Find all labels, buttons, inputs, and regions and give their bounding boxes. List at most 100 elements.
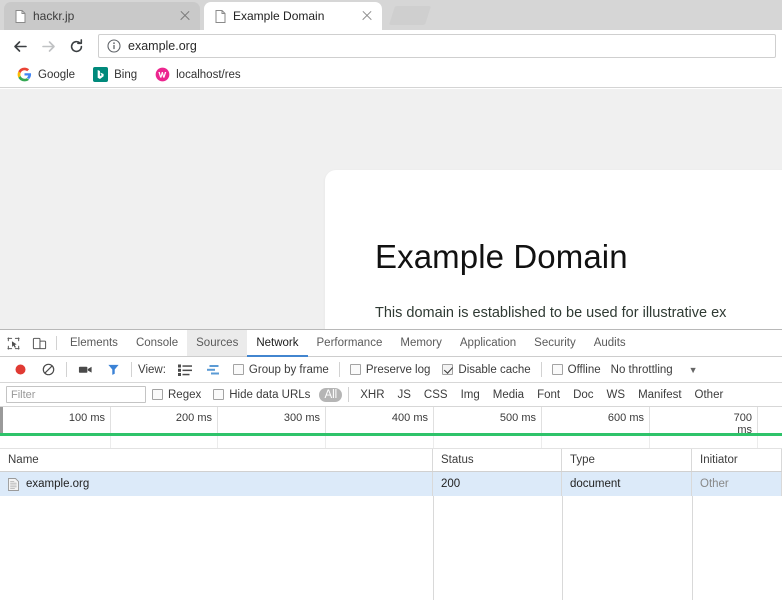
cell-status: 200 bbox=[433, 472, 562, 496]
record-icon[interactable] bbox=[6, 358, 34, 382]
cell-initiator: Other bbox=[692, 472, 782, 496]
tab-memory[interactable]: Memory bbox=[391, 330, 451, 356]
hide-data-urls-checkbox[interactable]: Hide data URLs bbox=[207, 389, 316, 401]
close-icon[interactable] bbox=[178, 9, 192, 23]
page-viewport: Example Domain This domain is establishe… bbox=[0, 89, 782, 329]
type-filter-all[interactable]: All bbox=[319, 387, 343, 402]
address-bar[interactable]: example.org bbox=[98, 34, 776, 58]
checkbox-label: Offline bbox=[567, 363, 601, 376]
tab-sources[interactable]: Sources bbox=[187, 330, 248, 356]
tab-label: Performance bbox=[316, 337, 383, 349]
browser-window: hackr.jp Example Domain example.org Goog… bbox=[0, 0, 782, 600]
tab-application[interactable]: Application bbox=[451, 330, 525, 356]
reload-button[interactable] bbox=[62, 32, 90, 60]
funnel-icon[interactable] bbox=[99, 358, 127, 382]
bookmark-bing[interactable]: Bing bbox=[84, 64, 146, 86]
column-header-name[interactable]: Name bbox=[0, 449, 433, 471]
devtools-tabbar: Elements Console Sources Network Perform… bbox=[0, 330, 782, 357]
bookmark-google[interactable]: Google bbox=[8, 64, 84, 86]
checkbox-box bbox=[232, 364, 244, 375]
network-filter-bar: Regex Hide data URLs All XHR JS CSS Img … bbox=[0, 383, 782, 407]
tick-label: 500 ms bbox=[499, 412, 536, 424]
network-overview-timeline[interactable]: 100 ms 200 ms 300 ms 400 ms 500 ms 600 m… bbox=[0, 407, 782, 449]
tick-label: 100 ms bbox=[68, 412, 105, 424]
bookmark-localhost[interactable]: localhost/res bbox=[146, 64, 250, 86]
column-header-status[interactable]: Status bbox=[433, 449, 562, 471]
group-by-frame-checkbox[interactable]: Group by frame bbox=[227, 364, 335, 376]
preserve-log-checkbox[interactable]: Preserve log bbox=[344, 364, 437, 376]
toolbar-divider bbox=[131, 362, 132, 377]
type-filter-other[interactable]: Other bbox=[690, 388, 729, 402]
browser-tab-example[interactable]: Example Domain bbox=[204, 2, 382, 30]
close-icon[interactable] bbox=[360, 9, 374, 23]
type-filter-font[interactable]: Font bbox=[532, 388, 565, 402]
request-name: example.org bbox=[26, 478, 90, 490]
browser-tab-hackr[interactable]: hackr.jp bbox=[4, 2, 200, 30]
camera-icon[interactable] bbox=[71, 358, 99, 382]
chevron-down-icon[interactable]: ▼ bbox=[689, 365, 698, 375]
page-title: Example Domain bbox=[375, 238, 628, 275]
checkbox-label: Group by frame bbox=[248, 363, 329, 376]
tab-elements[interactable]: Elements bbox=[61, 330, 127, 356]
tab-console[interactable]: Console bbox=[127, 330, 187, 356]
network-toolbar: View: Group by frame Preserve log Disabl… bbox=[0, 357, 782, 383]
info-icon[interactable] bbox=[107, 39, 121, 53]
type-filter-css[interactable]: CSS bbox=[419, 388, 453, 402]
column-header-initiator[interactable]: Initiator bbox=[692, 449, 782, 471]
tab-audits[interactable]: Audits bbox=[585, 330, 635, 356]
toolbar-divider bbox=[66, 362, 67, 377]
checkbox-label: Disable cache bbox=[458, 363, 531, 376]
bookmark-label: Google bbox=[38, 68, 76, 81]
table-header-row: Name Status Type Initiator bbox=[0, 449, 782, 472]
table-row[interactable]: example.org 200 document Other bbox=[0, 472, 782, 496]
regex-checkbox[interactable]: Regex bbox=[146, 389, 207, 401]
tab-label: Application bbox=[459, 337, 517, 349]
type-filter-ws[interactable]: WS bbox=[602, 388, 631, 402]
inspect-element-icon[interactable] bbox=[0, 330, 26, 356]
wordpress-icon bbox=[155, 67, 170, 82]
tab-label: Elements bbox=[70, 337, 118, 349]
tab-title: hackr.jp bbox=[33, 9, 75, 23]
tab-security[interactable]: Security bbox=[525, 330, 585, 356]
type-filter-manifest[interactable]: Manifest bbox=[633, 388, 686, 402]
tab-label: Memory bbox=[400, 337, 442, 349]
type-filter-img[interactable]: Img bbox=[456, 388, 485, 402]
offline-checkbox[interactable]: Offline bbox=[546, 364, 607, 376]
checkbox-label: Regex bbox=[168, 388, 202, 401]
toolbar-divider bbox=[348, 387, 350, 402]
tab-strip: hackr.jp Example Domain bbox=[0, 0, 782, 30]
new-tab-button[interactable] bbox=[388, 6, 432, 25]
clear-icon[interactable] bbox=[34, 358, 62, 382]
type-filter-xhr[interactable]: XHR bbox=[355, 388, 389, 402]
tick-label: 400 ms bbox=[391, 412, 428, 424]
devtools-panel: Elements Console Sources Network Perform… bbox=[0, 329, 782, 600]
list-view-icon[interactable] bbox=[171, 358, 199, 382]
network-request-table: Name Status Type Initiator example.org 2… bbox=[0, 449, 782, 600]
url-text: example.org bbox=[128, 39, 197, 53]
page-content-card: Example Domain This domain is establishe… bbox=[325, 170, 782, 329]
device-toolbar-icon[interactable] bbox=[26, 330, 52, 356]
tab-label: Security bbox=[534, 337, 576, 349]
filter-input[interactable] bbox=[6, 386, 146, 403]
tab-label: Network bbox=[256, 337, 299, 349]
checkbox-box bbox=[152, 389, 163, 400]
type-filter-js[interactable]: JS bbox=[393, 388, 416, 402]
tab-network[interactable]: Network bbox=[247, 330, 308, 357]
tab-label: Console bbox=[135, 337, 179, 349]
tab-performance[interactable]: Performance bbox=[308, 330, 392, 356]
resource-type-filters: All XHR JS CSS Img Media Font Doc WS Man… bbox=[318, 387, 729, 402]
bookmark-label: Bing bbox=[114, 68, 138, 81]
page-paragraph: This domain is established to be used fo… bbox=[375, 305, 727, 321]
waterfall-view-icon[interactable] bbox=[199, 358, 227, 382]
throttling-select[interactable]: No throttling bbox=[607, 364, 677, 376]
document-icon bbox=[215, 9, 226, 23]
type-filter-media[interactable]: Media bbox=[488, 388, 529, 402]
type-filter-doc[interactable]: Doc bbox=[568, 388, 598, 402]
toolbar-divider bbox=[56, 336, 57, 350]
overview-gridlines bbox=[0, 436, 782, 448]
forward-button bbox=[34, 32, 62, 60]
column-header-type[interactable]: Type bbox=[562, 449, 692, 471]
document-icon bbox=[8, 477, 19, 491]
back-button[interactable] bbox=[6, 32, 34, 60]
disable-cache-checkbox[interactable]: Disable cache bbox=[436, 364, 536, 376]
